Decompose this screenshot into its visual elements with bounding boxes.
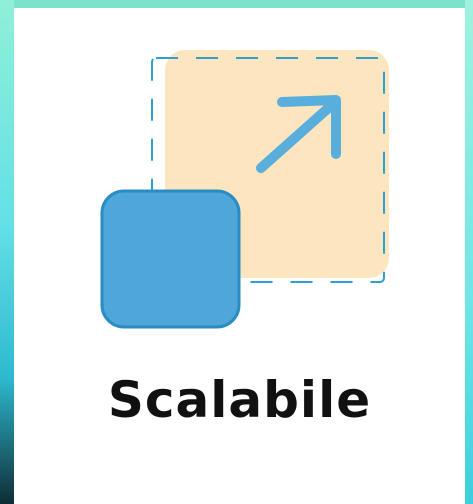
left-frame-edge bbox=[0, 0, 14, 504]
small-square bbox=[100, 189, 241, 329]
right-frame-edge bbox=[465, 0, 473, 504]
scalable-icon bbox=[100, 50, 389, 329]
feature-label: Scalabile bbox=[107, 371, 372, 429]
feature-card: Scalabile bbox=[14, 8, 465, 504]
